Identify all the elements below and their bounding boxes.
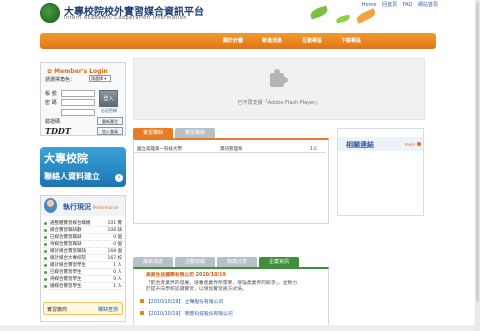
tab-internship-positions[interactable]: 實習職務	[175, 128, 215, 138]
captcha-label: 驗證碼	[45, 119, 61, 125]
top-links: Home 回首頁 FAQ 網站首頁	[358, 1, 438, 8]
page-footer-strip	[0, 325, 480, 331]
decor-leaf-green-small	[335, 14, 351, 24]
status-item[interactable]: 總計媒合大專校院 167 校	[43, 255, 125, 262]
password-input[interactable]	[61, 99, 95, 106]
related-links-panel: 相關連結 more	[337, 128, 424, 216]
bullet-icon	[44, 243, 47, 246]
status-item[interactable]: 總媒合實習學生 1 人	[43, 283, 125, 290]
bullet-icon	[44, 250, 47, 253]
row-school: 國立高雄第一科技大學	[137, 147, 182, 152]
status-footer: 實習廠商 職缺查詢	[43, 302, 123, 315]
status-list: 通整體實習媒合職機 101 實 媒合實習職缺數 108 缺 已媒合實習職缺 0 個 待…	[43, 220, 125, 290]
bullet-icon	[44, 264, 47, 267]
bullet-icon	[44, 236, 47, 239]
flash-message: 已不再支援「Adobe Flash Player」	[237, 100, 321, 106]
person-icon	[44, 198, 57, 213]
site-subtitle: Intern Academic Cooperation Information	[64, 15, 187, 21]
internship-panel: 國立高雄第一科技大學 資訊管理系 1人	[133, 138, 329, 224]
row-department: 資訊管理系	[220, 147, 243, 152]
intern-company-link[interactable]: 實習廠商	[47, 306, 67, 313]
arrow-right-icon: ›	[115, 174, 123, 182]
status-panel: 執行現況 Performance 通整體實習媒合職機 101 實 媒合實習職缺數 10…	[40, 195, 126, 322]
captcha-image: TDDT	[45, 126, 71, 136]
status-item[interactable]: 總計媒合實習職缺 168 個	[43, 248, 125, 255]
refresh-captcha-button[interactable]: 重新產生	[97, 117, 123, 125]
decor-leaf-orange	[355, 8, 377, 24]
bullet-icon	[44, 229, 47, 232]
company-news-panel: 美商生技國際有限公司 2010/10/19 「配合產業界的發展，培養產業界所需要…	[133, 267, 329, 327]
bullet-icon	[140, 299, 144, 303]
tab-latest-news[interactable]: 最新消息	[133, 257, 173, 267]
status-item[interactable]: 待媒合實習職缺 0 個	[43, 241, 125, 248]
job-search-link[interactable]: 職缺查詢	[98, 306, 118, 313]
banner-title: 大專校院	[44, 152, 88, 165]
bullet-icon	[44, 257, 47, 260]
account-input[interactable]	[61, 90, 95, 97]
login-button[interactable]: 登入	[99, 90, 118, 107]
account-label: 帳 號	[45, 91, 57, 97]
status-item[interactable]: 已媒合實習學生 0 人	[43, 269, 125, 276]
news-title[interactable]: 美商生技國際有限公司 2010/10/19	[146, 273, 226, 279]
related-links-header: 相關連結 more	[338, 137, 423, 151]
forgot-password-link[interactable]: 忘記密碼	[101, 108, 117, 114]
status-item[interactable]: 媒合實習職缺數 108 缺	[43, 227, 125, 234]
more-arrow-icon[interactable]	[417, 142, 421, 146]
related-links-title: 相關連結	[346, 141, 374, 149]
site-logo[interactable]	[40, 3, 60, 23]
tab-knowledge[interactable]: 知識分享	[217, 257, 257, 267]
banner-subtitle: 聯絡人資料建立	[44, 172, 100, 181]
status-item[interactable]: 已媒合實習職缺 0 個	[43, 234, 125, 241]
news-link-1[interactable]: 【2010/10/19】 立暉股份有限公司	[140, 299, 223, 306]
role-label: 請選擇角色：	[45, 77, 76, 83]
tab-company-info[interactable]: 企業資訊	[259, 257, 299, 267]
status-title: 執行現況 Performance	[63, 203, 119, 211]
bullet-icon	[44, 271, 47, 274]
tab-events[interactable]: 活動快報	[175, 257, 215, 267]
top-link-site-home[interactable]: 網站首頁	[418, 2, 438, 8]
site-header: 大專校院校外實習媒合資訊平台 Intern Academic Cooperati…	[0, 0, 480, 28]
contact-data-banner[interactable]: 大專校院 聯絡人資料建立 ›	[40, 147, 126, 187]
row-count: 1人	[310, 147, 318, 152]
login-bullet-icon: ✿	[47, 68, 53, 75]
password-label: 密 碼	[45, 100, 57, 106]
bullet-icon	[44, 222, 47, 225]
decor-leaf-green	[309, 5, 329, 20]
flash-placeholder: 已不再支援「Adobe Flash Player」	[133, 58, 425, 120]
bullet-icon	[44, 285, 47, 288]
role-select[interactable]: 請選擇 ▾	[89, 75, 111, 82]
plugin-puzzle-icon	[270, 69, 288, 87]
captcha-input[interactable]	[61, 109, 95, 116]
vertical-scrollbar[interactable]	[475, 0, 480, 331]
top-link-faq[interactable]: FAQ	[403, 2, 413, 8]
news-link-2[interactable]: 【2010/10/19】 明鼎科技股份有限公司	[140, 311, 233, 318]
top-link-home[interactable]: Home	[362, 2, 377, 8]
tab-internship-jobs[interactable]: 實習職缺	[133, 128, 173, 138]
status-item[interactable]: 待媒合實習學生 0 人	[43, 276, 125, 283]
nav-about[interactable]: 關於計畫	[223, 37, 243, 44]
status-item[interactable]: 總計媒合實習學生 1 人	[43, 262, 125, 269]
table-row[interactable]: 國立高雄第一科技大學 資訊管理系 1人	[134, 145, 326, 153]
main-nav: 關於計畫 新進消息 互動專區 下載專區	[40, 33, 436, 49]
status-item[interactable]: 通整體實習媒合職機 101 實	[43, 220, 125, 227]
scrollbar-thumb[interactable]	[476, 2, 479, 302]
join-member-button[interactable]: 加入會員	[97, 127, 123, 135]
nav-news[interactable]: 新進消息	[262, 37, 282, 44]
nav-interactive[interactable]: 互動專區	[302, 37, 322, 44]
top-link-home-cn[interactable]: 回首頁	[382, 2, 397, 8]
bullet-icon	[140, 311, 144, 315]
bullet-icon	[44, 278, 47, 281]
nav-download[interactable]: 下載專區	[341, 37, 361, 44]
news-body-line-2: 於提升向學校認識實習，以增加實習員方式培。	[146, 287, 247, 292]
more-link[interactable]: more	[405, 142, 415, 147]
status-header: 執行現況 Performance	[41, 196, 125, 216]
login-panel: ✿ Member's Login 請選擇角色： 請選擇 ▾ 帳 號 密 碼 登入…	[40, 62, 126, 136]
login-title: ✿ Member's Login	[47, 68, 108, 75]
